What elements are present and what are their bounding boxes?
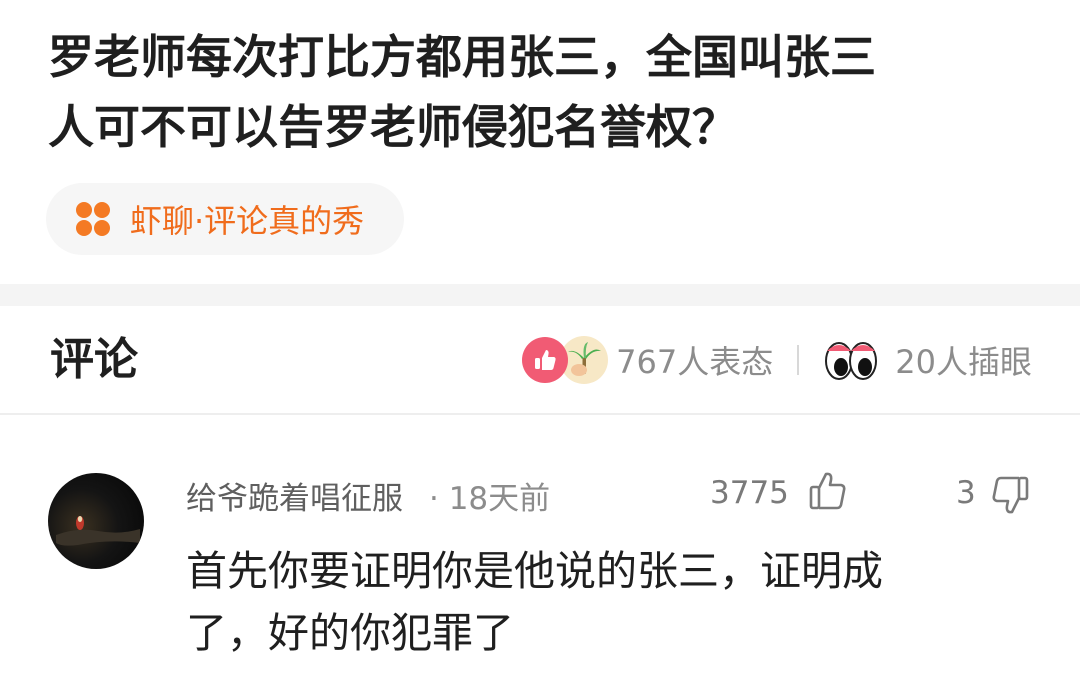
avatar[interactable]: [48, 473, 144, 569]
question-title: 罗老师每次打比方都用张三，全国叫张三 人可不可以告罗老师侵犯名誉权？: [48, 22, 1048, 162]
four-dots-icon: [76, 202, 110, 236]
page: 罗老师每次打比方都用张三，全国叫张三 人可不可以告罗老师侵犯名誉权？ 虾聊·评论…: [0, 0, 1080, 684]
thumbs-down-icon[interactable]: [990, 474, 1030, 520]
topic-label: 虾聊·评论真的秀: [130, 202, 365, 240]
reaction-count: 767人表态: [616, 343, 774, 381]
comment-body: 首先你要证明你是他说的张三，证明成 了，好的你犯罪了: [186, 540, 1016, 664]
eyes-icon: [823, 337, 879, 383]
question-title-line-1: 罗老师每次打比方都用张三，全国叫张三: [48, 30, 876, 84]
bookmark-count: 20人插眼: [895, 343, 1032, 381]
header-rule: [0, 413, 1080, 415]
reaction-separator: [797, 345, 800, 375]
question-title-line-2: 人可不可以告罗老师侵犯名誉权？: [48, 100, 738, 154]
comments-heading: 评论: [50, 334, 138, 385]
thumbs-up-reaction-icon: [522, 337, 569, 383]
comment-time: · 18天前: [429, 480, 551, 517]
comment-username[interactable]: 给爷跪着唱征服: [186, 473, 403, 518]
comment-body-line-2: 了，好的你犯罪了: [186, 609, 514, 657]
comment-meta: 给爷跪着唱征服 · 18天前 3775 3: [186, 472, 1036, 518]
reaction-summary[interactable]: 767人表态 20人插眼: [522, 330, 1032, 390]
thumbs-up-icon[interactable]: [808, 470, 848, 516]
comment-like-count: 3775: [710, 475, 789, 511]
comment-body-line-1: 首先你要证明你是他说的张三，证明成: [186, 547, 883, 595]
section-divider: [0, 284, 1080, 306]
topic-chip[interactable]: 虾聊·评论真的秀: [46, 183, 405, 255]
comment-dislike-count: 3: [956, 475, 976, 511]
